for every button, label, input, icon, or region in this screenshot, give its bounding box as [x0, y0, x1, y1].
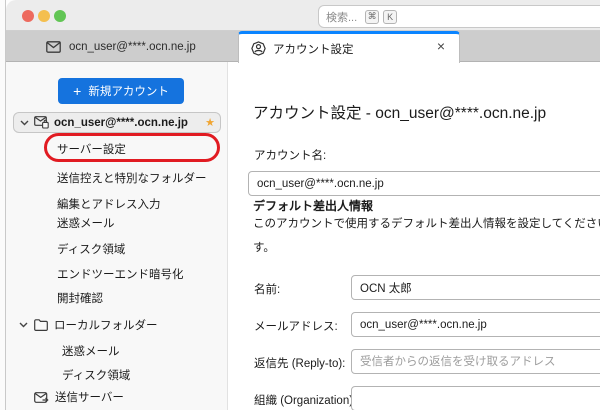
zoom-window-button[interactable]	[54, 10, 66, 22]
page-title: アカウント設定 - ocn_user@****.ocn.ne.jp	[253, 105, 547, 122]
sidebar-item-local-junk-mail[interactable]: 迷惑メール	[62, 343, 120, 359]
sidebar-local-folders-row[interactable]: ローカルフォルダー	[19, 317, 158, 333]
identity-description-line1: このアカウントで使用するデフォルト差出人情報を設定してください。これ	[253, 218, 600, 230]
sidebar-item-junk-mail[interactable]: 迷惑メール	[57, 215, 115, 231]
chevron-down-icon	[20, 120, 29, 125]
folder-icon	[34, 319, 48, 331]
name-label: 名前:	[254, 284, 281, 296]
name-input[interactable]	[351, 275, 600, 300]
account-settings-icon	[251, 41, 266, 56]
tab-account-settings-active[interactable]: アカウント設定 ×	[238, 31, 460, 63]
plus-icon: +	[73, 83, 82, 99]
chevron-down-icon	[19, 322, 28, 328]
settings-tab-label: アカウント設定	[273, 43, 354, 56]
account-name-input[interactable]	[248, 171, 600, 196]
app-window: 検索... ⌘ K ocn_user@****.ocn.ne.jp アカウント設…	[6, 0, 600, 410]
sidebar-account-row[interactable]: ocn_user@****.ocn.ne.jp ★	[13, 112, 221, 133]
outgoing-server-icon	[34, 391, 49, 403]
sidebar-item-local-disk-space[interactable]: ディスク領域	[62, 367, 130, 383]
command-key-badge: ⌘	[365, 9, 380, 24]
close-tab-icon[interactable]: ×	[437, 39, 445, 53]
sidebar-item-end-to-end-encryption[interactable]: エンドツーエンド暗号化	[57, 266, 184, 282]
reply-to-input[interactable]	[351, 349, 600, 374]
reply-to-label: 返信先 (Reply-to):	[254, 358, 346, 370]
sidebar-account-name: ocn_user@****.ocn.ne.jp	[54, 116, 188, 129]
search-placeholder: 検索...	[326, 11, 358, 24]
outgoing-server-label: 送信サーバー	[55, 392, 124, 404]
email-address-input[interactable]	[351, 312, 600, 337]
organization-input[interactable]	[351, 386, 600, 410]
account-settings-panel: アカウント設定 - ocn_user@****.ocn.ne.jp アカウント名…	[228, 62, 600, 410]
sidebar-item-disk-space[interactable]: ディスク領域	[57, 241, 125, 257]
new-account-label: 新規アカウント	[88, 86, 169, 98]
sidebar-item-copies-folders[interactable]: 送信控えと特別なフォルダー	[57, 170, 207, 186]
mail-account-lock-icon	[34, 116, 49, 129]
sidebar-item-return-receipts[interactable]: 開封確認	[57, 290, 103, 306]
mail-tab-label: ocn_user@****.ocn.ne.jp	[69, 40, 196, 53]
close-window-button[interactable]	[22, 10, 34, 22]
tab-bar: ocn_user@****.ocn.ne.jp アカウント設定 ×	[6, 31, 600, 63]
organization-label: 組織 (Organization):	[254, 395, 357, 407]
local-folders-label: ローカルフォルダー	[54, 320, 158, 332]
email-address-label: メールアドレス:	[254, 321, 338, 333]
envelope-icon	[46, 40, 61, 53]
identity-description-line2: す。	[253, 242, 275, 254]
sidebar-item-server-settings[interactable]: サーバー設定	[57, 141, 126, 157]
k-key-badge: K	[383, 9, 398, 24]
screenshot-root: 検索... ⌘ K ocn_user@****.ocn.ne.jp アカウント設…	[0, 0, 600, 410]
sidebar-item-composition-addressing[interactable]: 編集とアドレス入力	[57, 196, 161, 212]
tab-mail-account[interactable]: ocn_user@****.ocn.ne.jp	[46, 31, 196, 62]
account-name-label: アカウント名:	[254, 150, 327, 162]
default-account-star-icon: ★	[205, 117, 215, 129]
sidebar-outgoing-server-row[interactable]: 送信サーバー	[34, 389, 124, 405]
default-identity-heading: デフォルト差出人情報	[253, 199, 374, 213]
minimize-window-button[interactable]	[38, 10, 50, 22]
settings-sidebar: + 新規アカウント ocn_user@****.ocn.ne.jp ★ サーバー…	[6, 62, 228, 410]
titlebar: 検索... ⌘ K	[6, 0, 600, 31]
window-left-gutter	[0, 0, 6, 410]
global-search-input[interactable]: 検索... ⌘ K	[318, 5, 600, 28]
new-account-button[interactable]: + 新規アカウント	[58, 78, 184, 104]
